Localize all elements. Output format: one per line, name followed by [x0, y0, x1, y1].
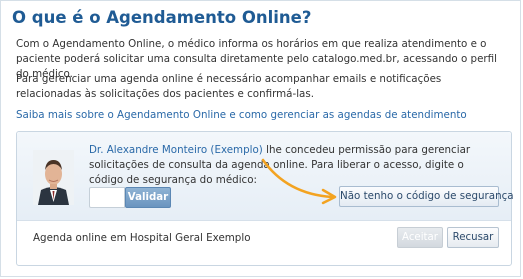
security-code-input[interactable] — [89, 187, 125, 208]
doctor-photo-icon — [33, 150, 74, 205]
learn-more-link[interactable]: Saiba mais sobre o Agendamento Online e … — [16, 109, 467, 121]
doctor-name-link[interactable]: Dr. Alexandre Monteiro (Exemplo) — [89, 144, 263, 156]
permission-message: Dr. Alexandre Monteiro (Exemplo) lhe con… — [89, 143, 501, 188]
doctor-avatar — [33, 150, 74, 205]
agenda-label: Agenda online em Hospital Geral Exemplo — [33, 232, 251, 244]
validate-button[interactable]: Validar — [125, 187, 171, 208]
page-title: O que é o Agendamento Online? — [12, 8, 312, 27]
manage-paragraph: Para gerenciar uma agenda online é neces… — [16, 73, 442, 100]
refuse-button[interactable]: Recusar — [447, 227, 499, 248]
accept-button[interactable]: Aceitar — [397, 227, 443, 248]
permission-card: Dr. Alexandre Monteiro (Exemplo) lhe con… — [16, 131, 514, 266]
no-code-button[interactable]: Não tenho o código de segurança — [339, 186, 514, 207]
permission-card-header: Dr. Alexandre Monteiro (Exemplo) lhe con… — [17, 132, 514, 221]
